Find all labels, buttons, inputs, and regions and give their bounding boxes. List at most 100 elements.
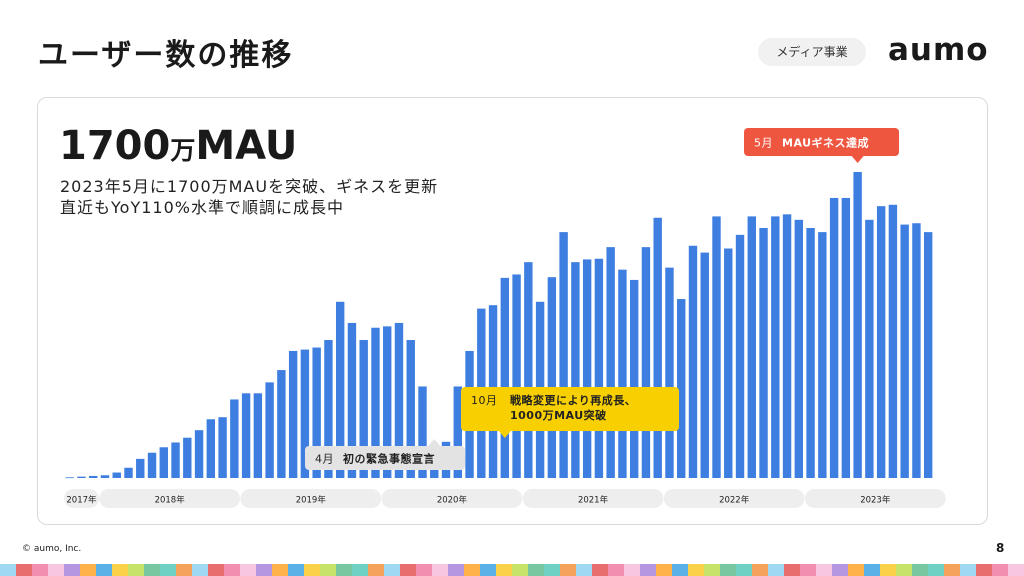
bar xyxy=(594,258,604,478)
strip-segment xyxy=(112,564,128,576)
bar xyxy=(712,216,721,478)
bar xyxy=(606,247,615,478)
strip-segment xyxy=(512,564,528,576)
strip-segment xyxy=(736,564,752,576)
strip-segment xyxy=(320,564,336,576)
page-number: 8 xyxy=(996,541,1005,555)
strip-segment xyxy=(832,564,848,576)
copyright: © aumo, Inc. xyxy=(22,544,82,554)
bar xyxy=(876,206,886,478)
strip-segment xyxy=(656,564,672,576)
strip-segment xyxy=(800,564,816,576)
bar xyxy=(218,417,227,478)
bar xyxy=(571,262,580,478)
bar xyxy=(629,279,639,478)
bar xyxy=(253,393,263,478)
strip-segment xyxy=(144,564,160,576)
strip-segment xyxy=(880,564,896,576)
strip-segment xyxy=(688,564,704,576)
strip-segment xyxy=(400,564,416,576)
year-label: 2020年 xyxy=(437,495,468,506)
strip-segment xyxy=(16,564,32,576)
strip-segment xyxy=(928,564,944,576)
strip-segment xyxy=(160,564,176,576)
callout-month: 5月 xyxy=(754,137,773,150)
strip-segment xyxy=(496,564,512,576)
strip-segment xyxy=(624,564,640,576)
bar xyxy=(171,442,180,478)
strip-segment xyxy=(128,564,144,576)
bar xyxy=(136,458,145,478)
bar xyxy=(923,232,933,478)
bar xyxy=(500,277,510,478)
bar xyxy=(265,382,274,478)
strip-segment xyxy=(192,564,208,576)
year-label: 2023年 xyxy=(860,495,891,506)
bar xyxy=(582,259,592,478)
strip-segment xyxy=(976,564,992,576)
strip-segment xyxy=(256,564,272,576)
bar xyxy=(653,217,662,478)
strip-segment xyxy=(944,564,960,576)
bar xyxy=(688,245,698,478)
bar xyxy=(230,399,239,478)
strip-segment xyxy=(224,564,240,576)
strip-segment xyxy=(368,564,384,576)
bar xyxy=(665,267,674,478)
bar xyxy=(841,197,851,478)
strip-segment xyxy=(80,564,96,576)
bar xyxy=(89,475,98,478)
callout-text-line2: 1000万MAU突破 xyxy=(510,408,607,422)
bar xyxy=(900,224,909,478)
strip-segment xyxy=(208,564,224,576)
bar xyxy=(147,452,157,478)
strip-segment xyxy=(816,564,832,576)
strip-segment xyxy=(608,564,624,576)
strip-segment xyxy=(864,564,880,576)
bar xyxy=(747,216,756,478)
bar xyxy=(618,269,627,478)
strip-segment xyxy=(592,564,608,576)
bar xyxy=(700,252,709,478)
bar xyxy=(771,216,780,478)
callout-text: MAUギネス達成 xyxy=(782,136,869,150)
strip-segment xyxy=(464,564,480,576)
mau-bar-chart: 2017年 2018年 2019年 2020年 2021年 2022年 2023年 4月 初の緊… xyxy=(64,128,946,508)
bar xyxy=(865,219,874,478)
strip-segment xyxy=(768,564,784,576)
bar xyxy=(206,419,216,478)
bar xyxy=(724,248,733,478)
strip-segment xyxy=(48,564,64,576)
bar xyxy=(759,228,768,478)
strip-segment xyxy=(0,564,16,576)
strip-segment xyxy=(384,564,400,576)
bar xyxy=(912,223,921,478)
strip-segment xyxy=(784,564,800,576)
bar xyxy=(277,370,286,478)
strip-segment xyxy=(960,564,976,576)
strip-segment xyxy=(544,564,560,576)
strip-segment xyxy=(752,564,768,576)
callout-text: 戦略変更により再成長、 xyxy=(510,393,636,407)
bar xyxy=(794,219,804,478)
strip-segment xyxy=(336,564,352,576)
bar xyxy=(818,232,827,478)
bar xyxy=(559,232,568,478)
strip-segment xyxy=(240,564,256,576)
bar xyxy=(782,214,792,479)
decorative-color-strip xyxy=(0,564,1024,576)
bar xyxy=(159,447,168,478)
strip-segment xyxy=(640,564,656,576)
strip-segment xyxy=(576,564,592,576)
strip-segment xyxy=(416,564,432,576)
callout-month: 4月 xyxy=(315,453,334,466)
bar xyxy=(65,477,74,479)
bar xyxy=(288,350,298,478)
bar xyxy=(888,204,898,479)
strip-segment xyxy=(304,564,320,576)
bar xyxy=(641,247,651,478)
bar xyxy=(77,476,86,478)
bar xyxy=(524,262,533,478)
callout-month: 10月 xyxy=(471,394,498,407)
callout-text: 初の緊急事態宣言 xyxy=(343,452,435,466)
